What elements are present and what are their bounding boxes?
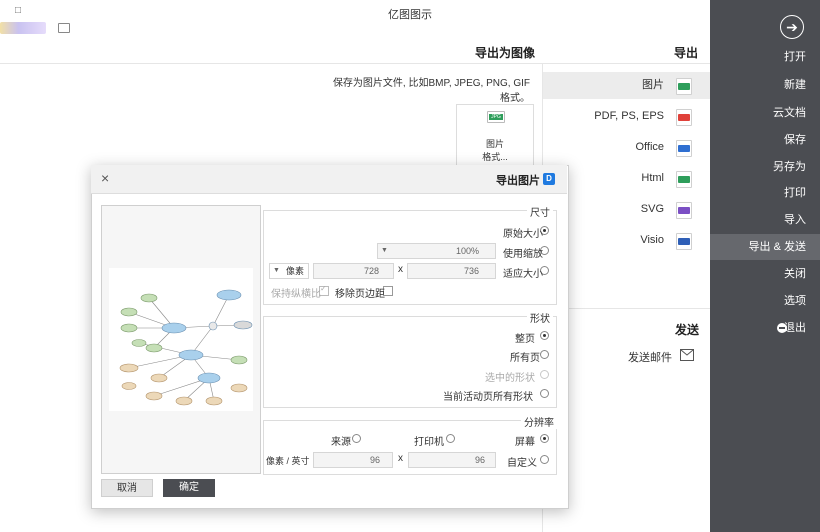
- sidebar-item-print[interactable]: 打印: [710, 180, 820, 206]
- shape-legend: 形状: [527, 310, 553, 325]
- card-line-2: 格式...: [482, 152, 508, 162]
- export-item-label: Office: [635, 141, 664, 153]
- fit-height-value: 728: [363, 266, 379, 276]
- label-current-page-shapes: 当前活动页所有形状: [443, 392, 533, 403]
- user-avatar-blurred[interactable]: [0, 22, 46, 34]
- export-item-office[interactable]: Office: [543, 134, 710, 161]
- fit-width-input[interactable]: 736: [407, 263, 496, 279]
- pdf-icon: [676, 109, 692, 126]
- radio-all-pages[interactable]: [540, 350, 549, 359]
- radio-selected-shapes[interactable]: [540, 370, 549, 379]
- send-title: 发送: [675, 323, 700, 337]
- unit-value: 像素: [285, 266, 304, 276]
- export-item-image[interactable]: 图片: [543, 72, 710, 99]
- chevron-down-icon: ▼: [381, 247, 388, 254]
- unit-select[interactable]: ▼ 像素: [269, 263, 309, 279]
- sidebar-item-import[interactable]: 导入: [710, 207, 820, 233]
- label-whole-page: 整页: [515, 334, 535, 345]
- diagram-thumbnail: [109, 268, 253, 411]
- label-use-scale: 使用缩放: [503, 249, 543, 260]
- jpg-badge: JPG: [489, 114, 503, 120]
- scale-select[interactable]: ▼ 100%: [377, 243, 496, 259]
- keep-ratio-label: 保持纵横比: [271, 289, 321, 300]
- sidebar-item-open[interactable]: 打开: [710, 44, 820, 70]
- label-all-pages: 所有页: [510, 353, 540, 364]
- send-mail-item[interactable]: 发送邮件: [628, 349, 672, 365]
- export-item-label: Html: [641, 172, 664, 184]
- radio-source[interactable]: [352, 434, 361, 443]
- preview-pane: [101, 205, 261, 474]
- image-export-title: 导出为图像: [475, 46, 536, 60]
- sidebar-item-exit[interactable]: 退出: [710, 315, 820, 341]
- app-title: 亿图图示: [388, 9, 432, 21]
- resolution-legend: 分辨率: [521, 414, 557, 429]
- ok-button[interactable]: 确定: [163, 479, 215, 497]
- label-original-size: 原始大小: [503, 229, 543, 240]
- sidebar-item-save[interactable]: 保存: [710, 127, 820, 153]
- jpg-icon: JPG: [487, 111, 505, 123]
- visio-icon: [676, 233, 692, 250]
- fit-height-input[interactable]: 728: [313, 263, 394, 279]
- svg-icon: [676, 202, 692, 219]
- label-fit-size: 适应大小: [503, 269, 543, 280]
- image-format-card[interactable]: JPG 图片 格式...: [456, 104, 534, 168]
- scale-value: 100%: [455, 246, 479, 256]
- export-item-label: Visio: [640, 234, 664, 246]
- size-legend: 尺寸: [527, 204, 553, 219]
- res-x-value: 96: [474, 455, 485, 465]
- export-item-pdf[interactable]: PDF, PS, EPS: [543, 103, 710, 130]
- radio-whole-page[interactable]: [540, 331, 549, 340]
- res-y-input[interactable]: 96: [313, 452, 393, 468]
- check-icon: ✓: [320, 284, 327, 293]
- export-item-label: PDF, PS, EPS: [594, 110, 664, 122]
- chevron-down-icon: ▼: [273, 267, 280, 274]
- res-y-value: 96: [369, 455, 380, 465]
- header-divider: [0, 63, 710, 64]
- res-unit-label: 像素 / 英寸: [266, 456, 310, 466]
- radio-current-page-shapes[interactable]: [540, 389, 549, 398]
- app-logo-icon: D: [543, 173, 555, 185]
- remove-margin-label: 移除页边距: [335, 289, 385, 300]
- word-icon: [676, 140, 692, 157]
- sidebar-item-new[interactable]: 新建: [710, 72, 820, 98]
- export-item-label: SVG: [640, 203, 664, 215]
- label-screen: 屏幕: [515, 437, 535, 448]
- sidebar-item-close[interactable]: 关闭: [710, 261, 820, 287]
- arrow-right-circle-icon[interactable]: ➔: [780, 15, 804, 39]
- minus-circle-icon: [777, 323, 787, 333]
- jpg-icon: [676, 78, 692, 95]
- radio-screen[interactable]: [540, 434, 549, 443]
- radio-printer[interactable]: [446, 434, 455, 443]
- message-icon[interactable]: [58, 23, 70, 33]
- label-source: 来源: [331, 437, 351, 448]
- card-line-1: 图片: [485, 139, 504, 149]
- sidebar-item-export-send[interactable]: 导出 & 发送: [710, 234, 820, 260]
- close-icon[interactable]: ×: [101, 170, 109, 186]
- export-panel-title: 导出: [674, 46, 699, 60]
- res-x-input[interactable]: 96: [408, 452, 496, 468]
- html-icon: [676, 171, 692, 188]
- fit-width-value: 736: [463, 266, 479, 276]
- label-custom: 自定义: [507, 458, 537, 469]
- dialog-title: 导出图片: [496, 175, 540, 187]
- cancel-button[interactable]: 取消: [101, 479, 153, 497]
- export-item-label: 图片: [642, 79, 664, 91]
- label-selected-shapes: 选中的形状: [485, 373, 535, 384]
- res-x-separator: x: [398, 453, 403, 464]
- image-export-description: 保存为图片文件, 比如BMP, JPEG, PNG, GIF格式。: [332, 78, 530, 104]
- sidebar-item-cloud[interactable]: 云文档: [710, 100, 820, 126]
- label-printer: 打印机: [414, 437, 444, 448]
- sidebar-item-options[interactable]: 选项: [710, 288, 820, 314]
- size-x-separator: x: [398, 264, 403, 275]
- mail-icon[interactable]: [680, 349, 694, 361]
- sidebar-item-save-as[interactable]: 另存为: [710, 154, 820, 180]
- radio-custom[interactable]: [540, 455, 549, 464]
- restore-button[interactable]: □: [15, 5, 21, 16]
